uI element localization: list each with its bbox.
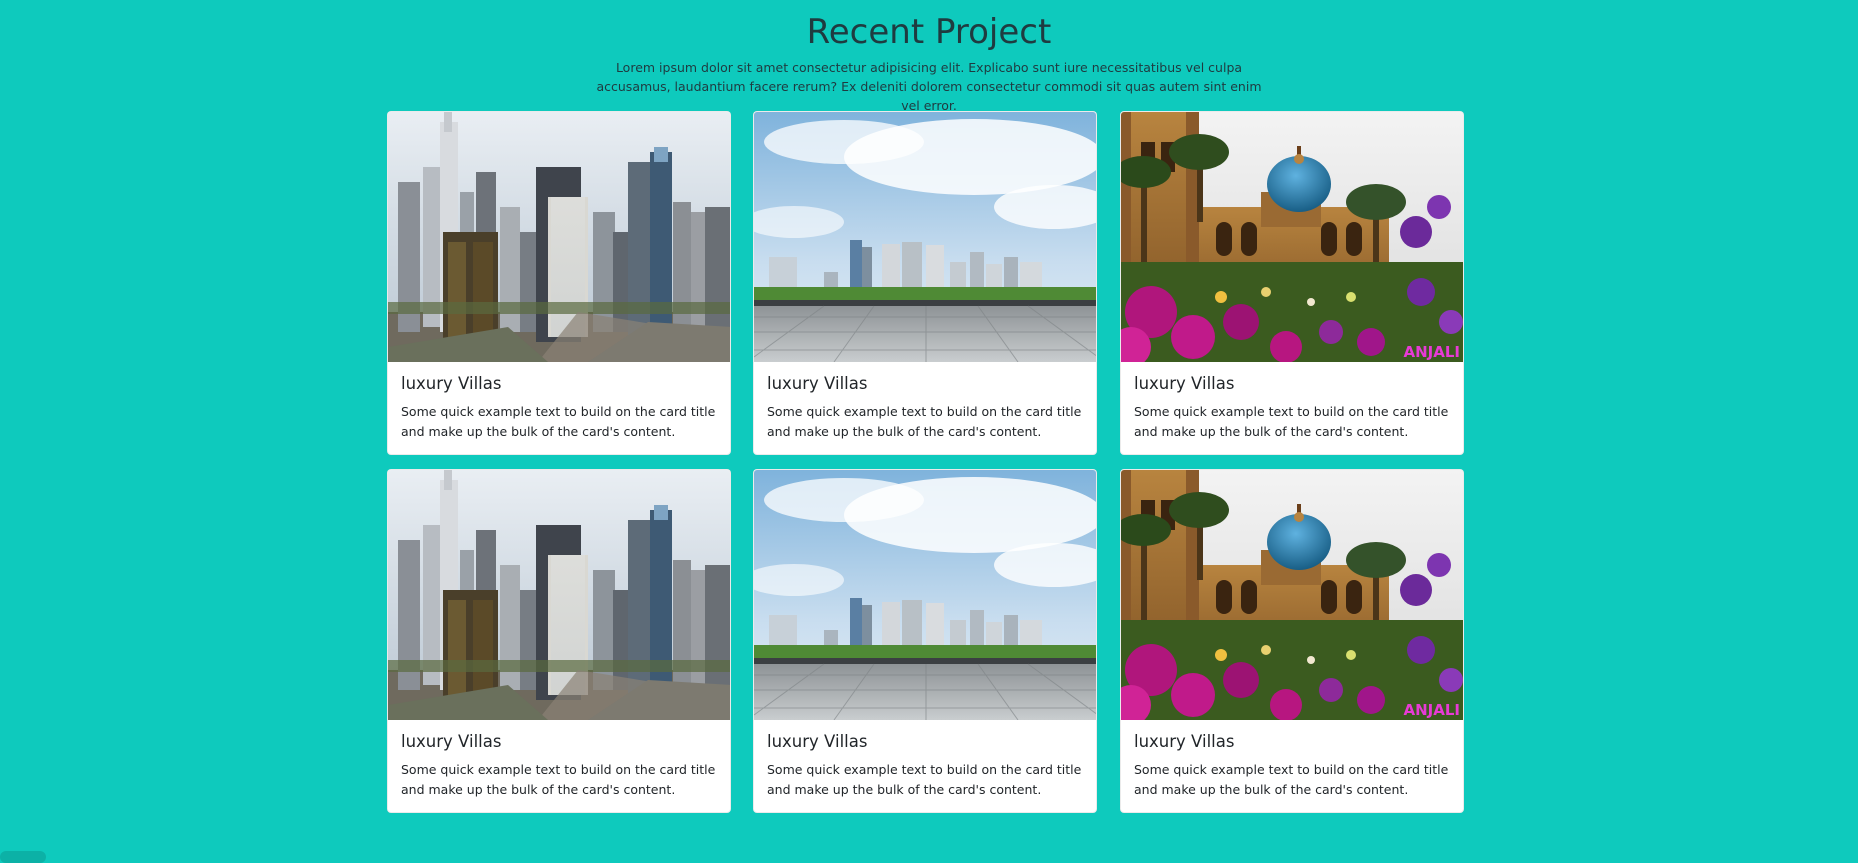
card-text: Some quick example text to build on the …	[1134, 762, 1449, 797]
project-image	[388, 470, 730, 720]
project-card[interactable]: luxury Villas Some quick example text to…	[387, 469, 731, 813]
card-text: Some quick example text to build on the …	[401, 762, 716, 797]
project-image	[388, 112, 730, 362]
project-image	[754, 470, 1096, 720]
card-title: luxury Villas	[401, 732, 502, 751]
project-card[interactable]: luxury Villas Some quick example text to…	[753, 111, 1097, 455]
project-card[interactable]: luxury Villas Some quick example text to…	[753, 469, 1097, 813]
card-title: luxury Villas	[1134, 732, 1235, 751]
image-watermark: ANJALI	[1404, 343, 1461, 361]
project-card[interactable]: ANJALI luxury Villas Some quick example …	[1120, 469, 1464, 813]
section-title: Recent Project	[806, 12, 1052, 52]
corner-shadow	[0, 851, 46, 863]
card-title: luxury Villas	[767, 732, 868, 751]
image-watermark: ANJALI	[1404, 701, 1461, 719]
card-title: luxury Villas	[401, 374, 502, 393]
project-image	[754, 112, 1096, 362]
card-title: luxury Villas	[1134, 374, 1235, 393]
card-body: luxury Villas Some quick example text to…	[401, 372, 719, 442]
section-lead: Lorem ipsum dolor sit amet consectetur a…	[596, 60, 1262, 113]
card-body: luxury Villas Some quick example text to…	[767, 372, 1085, 442]
project-image: ANJALI	[1121, 470, 1463, 720]
card-body: luxury Villas Some quick example text to…	[767, 730, 1085, 800]
project-card[interactable]: ANJALI luxury Villas Some quick example …	[1120, 111, 1464, 455]
project-card[interactable]: luxury Villas Some quick example text to…	[387, 111, 731, 455]
card-body: luxury Villas Some quick example text to…	[401, 730, 719, 800]
card-title: luxury Villas	[767, 374, 868, 393]
card-body: luxury Villas Some quick example text to…	[1134, 372, 1452, 442]
card-text: Some quick example text to build on the …	[767, 404, 1082, 439]
card-text: Some quick example text to build on the …	[401, 404, 716, 439]
card-text: Some quick example text to build on the …	[1134, 404, 1449, 439]
recent-project-section: Recent Project Lorem ipsum dolor sit ame…	[0, 0, 1858, 863]
card-text: Some quick example text to build on the …	[767, 762, 1082, 797]
card-body: luxury Villas Some quick example text to…	[1134, 730, 1452, 800]
project-image: ANJALI	[1121, 112, 1463, 362]
